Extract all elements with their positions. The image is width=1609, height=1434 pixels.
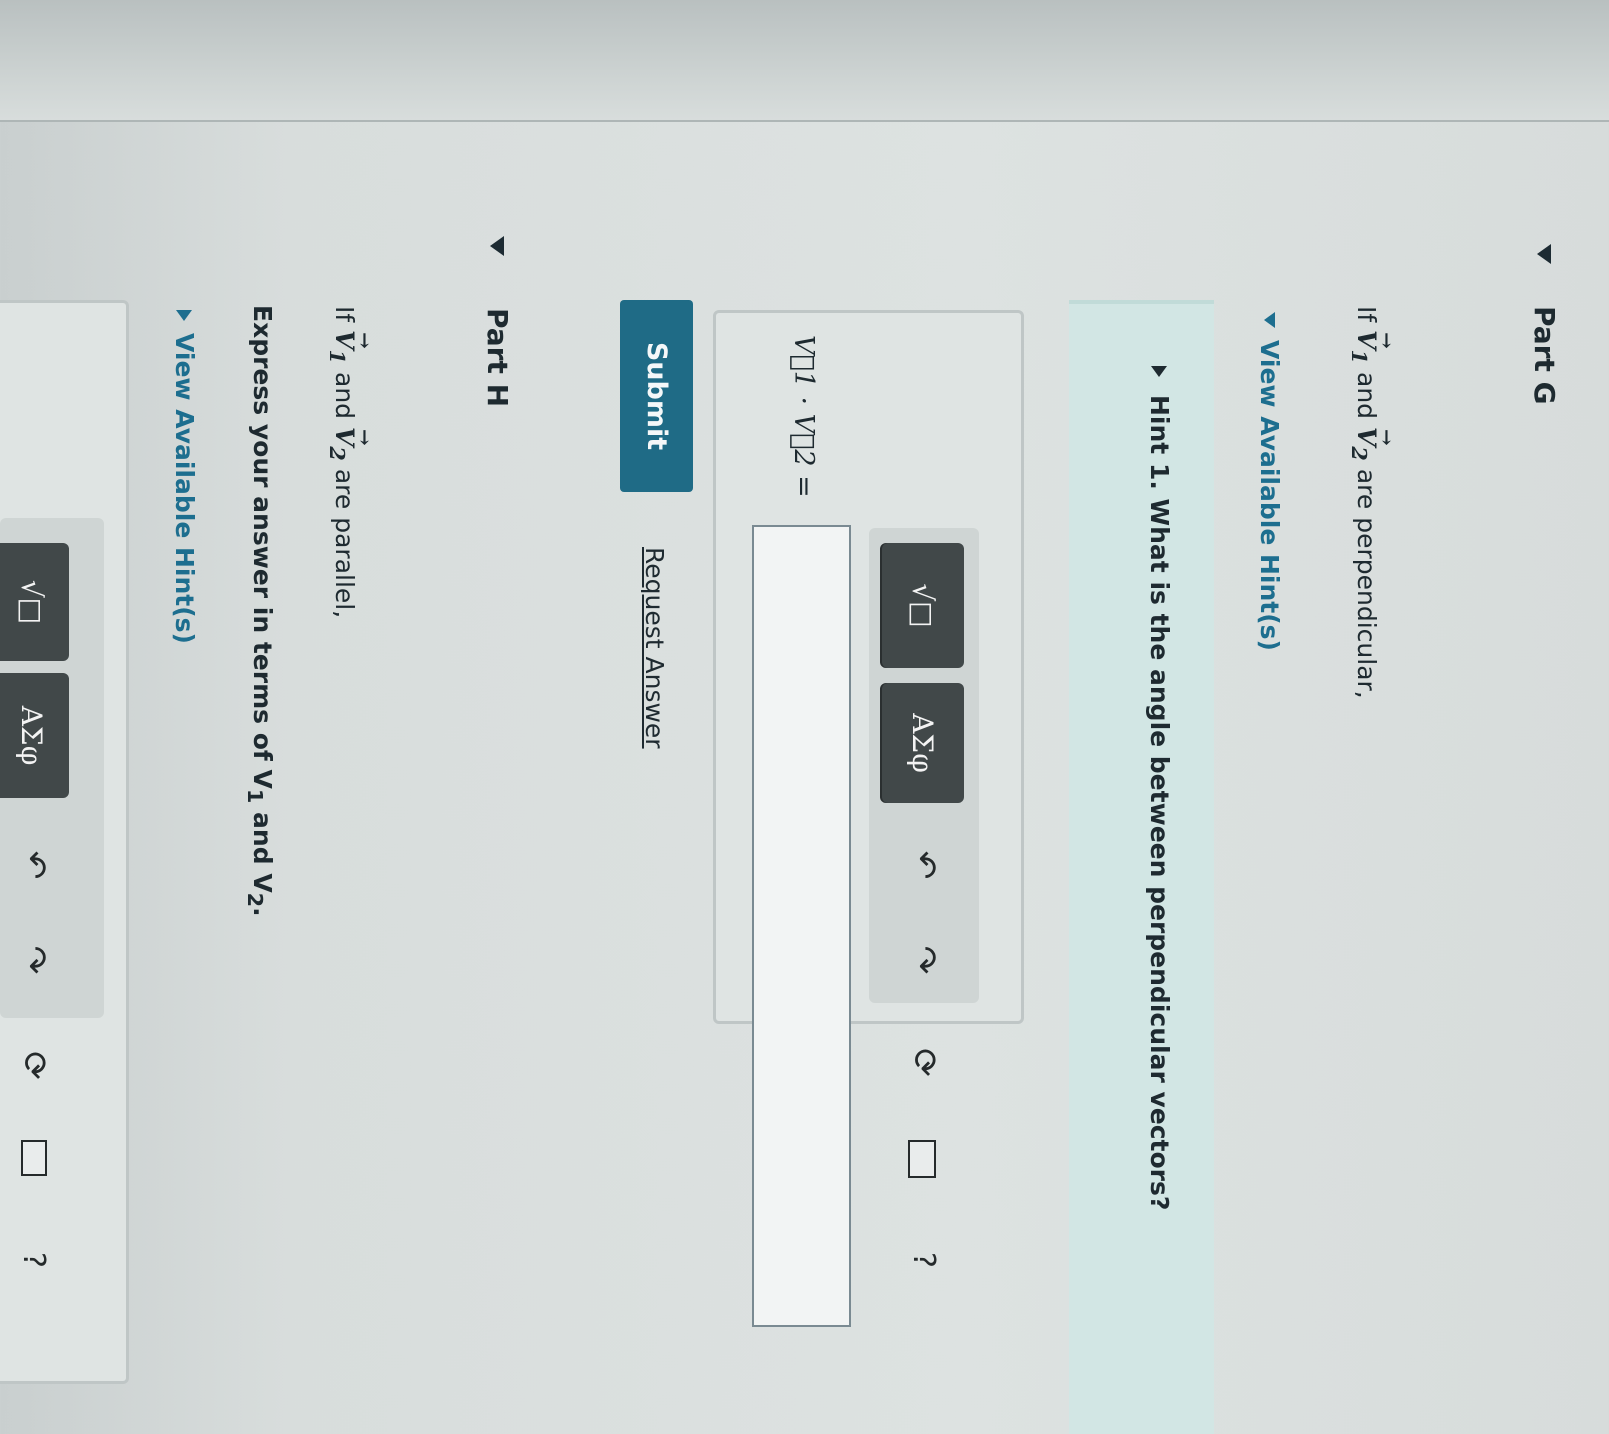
part-g-hints-toggle[interactable]: View Available Hint(s) <box>1255 312 1284 651</box>
part-g-title: Part G <box>1528 306 1561 405</box>
answer-label: V⃗1 · V⃗2 = <box>788 335 819 498</box>
vector-v2: V2 <box>1347 427 1381 461</box>
greek-symbols-button[interactable]: ΑΣφ <box>882 683 964 803</box>
collapse-part-h-icon[interactable] <box>490 236 504 256</box>
submit-button[interactable]: Submit <box>620 300 693 492</box>
answer-input[interactable] <box>752 525 851 1327</box>
reset-icon[interactable]: ⟳ <box>894 1040 954 1085</box>
templates-button[interactable]: √□ <box>882 543 964 668</box>
hint-1-label[interactable]: Hint 1. What is the angle between perpen… <box>1145 395 1174 1210</box>
redo-icon[interactable]: ↷ <box>4 940 64 980</box>
undo-icon[interactable]: ↶ <box>894 845 954 885</box>
chevron-down-icon <box>1264 312 1275 328</box>
part-h-instructions: Express your answer in terms of V1 and V… <box>243 305 277 917</box>
hint-1-toggle[interactable]: Hint 1. What is the angle between perpen… <box>1145 366 1174 1210</box>
help-icon[interactable]: ? <box>4 1240 64 1280</box>
view-hints-link[interactable]: View Available Hint(s) <box>1255 340 1284 651</box>
hint-panel: Hint 1. What is the angle between perpen… <box>1069 300 1214 1434</box>
part-g-statement: If V1 and V2 are perpendicular, <box>1347 306 1381 699</box>
vector-v2: V2 <box>325 427 359 461</box>
part-h-title: Part H <box>481 308 514 408</box>
vector-v1: V1 <box>1347 330 1381 364</box>
undo-icon[interactable]: ↶ <box>4 845 64 885</box>
collapse-part-g-icon[interactable] <box>1537 244 1551 264</box>
part-h-hints-toggle[interactable]: View Available Hint(s) <box>170 310 199 644</box>
vector-v1: V1 <box>325 330 359 364</box>
redo-icon[interactable]: ↷ <box>894 940 954 980</box>
help-icon[interactable]: ? <box>894 1240 954 1280</box>
rotated-page: Part G If V1 and V2 are perpendicular, V… <box>0 0 1609 1434</box>
reset-icon[interactable]: ⟳ <box>4 1043 64 1088</box>
templates-button[interactable]: √□ <box>0 543 69 661</box>
greek-symbols-button[interactable]: ΑΣφ <box>0 673 69 798</box>
request-answer-link[interactable]: Request Answer <box>640 547 669 749</box>
view-hints-link[interactable]: View Available Hint(s) <box>170 333 199 644</box>
part-h-statement: If V1 and V2 are parallel, <box>325 306 359 618</box>
chevron-right-icon <box>176 310 193 321</box>
chevron-right-icon <box>1151 366 1168 377</box>
keyboard-icon[interactable] <box>21 1140 47 1176</box>
keyboard-icon[interactable] <box>908 1140 936 1178</box>
